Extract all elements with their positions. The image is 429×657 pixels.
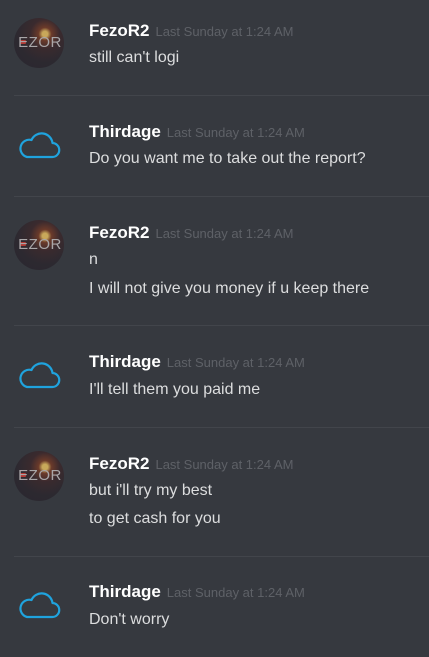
message-text: I will not give you money if u keep ther… (89, 280, 370, 297)
message-divider (14, 325, 429, 326)
message-author[interactable]: Thirdage Last Sunday at 1:24 AM (89, 122, 305, 142)
author-name[interactable]: Thirdage (89, 582, 161, 601)
message-author[interactable]: FezoR2 Last Sunday at 1:24 AM (89, 454, 294, 474)
message-author[interactable]: FezoR2 Last Sunday at 1:24 AM (89, 21, 294, 41)
chat-message-list: EZOR FezoR2 Last Sunday at 1:24 AM still … (0, 0, 429, 657)
cloud-icon[interactable] (14, 120, 64, 170)
avatar-logo-text: EZOR (18, 34, 62, 51)
message-timestamp: Last Sunday at 1:24 AM (155, 24, 294, 39)
message-text: still can't logi (89, 49, 180, 66)
cloud-icon[interactable] (14, 350, 64, 400)
avatar-logo-text: EZOR (18, 467, 62, 484)
message-timestamp: Last Sunday at 1:24 AM (155, 226, 294, 241)
message-text: but i'll try my best (89, 482, 213, 499)
message-timestamp: Last Sunday at 1:24 AM (166, 355, 305, 370)
message-divider (14, 427, 429, 428)
cloud-icon[interactable] (14, 580, 64, 630)
fezor-avatar[interactable]: EZOR (14, 451, 64, 501)
message-author[interactable]: Thirdage Last Sunday at 1:24 AM (89, 582, 305, 602)
fezor-avatar[interactable]: EZOR (14, 18, 64, 68)
author-name[interactable]: Thirdage (89, 122, 161, 141)
message-text: to get cash for you (89, 510, 221, 527)
message-divider (14, 196, 429, 197)
author-name[interactable]: FezoR2 (89, 223, 149, 242)
message-timestamp: Last Sunday at 1:24 AM (166, 585, 305, 600)
message-text: n (89, 251, 98, 268)
fezor-avatar[interactable]: EZOR (14, 220, 64, 270)
message-text: I'll tell them you paid me (89, 381, 261, 398)
message-text: Do you want me to take out the report? (89, 150, 366, 167)
message-timestamp: Last Sunday at 1:24 AM (155, 457, 294, 472)
message-divider (14, 95, 429, 96)
author-name[interactable]: FezoR2 (89, 21, 149, 40)
message-author[interactable]: FezoR2 Last Sunday at 1:24 AM (89, 223, 294, 243)
author-name[interactable]: FezoR2 (89, 454, 149, 473)
message-text: Don't worry (89, 611, 170, 628)
author-name[interactable]: Thirdage (89, 352, 161, 371)
avatar-logo-text: EZOR (18, 236, 62, 253)
message-timestamp: Last Sunday at 1:24 AM (166, 125, 305, 140)
message-divider (14, 556, 429, 557)
message-author[interactable]: Thirdage Last Sunday at 1:24 AM (89, 352, 305, 372)
